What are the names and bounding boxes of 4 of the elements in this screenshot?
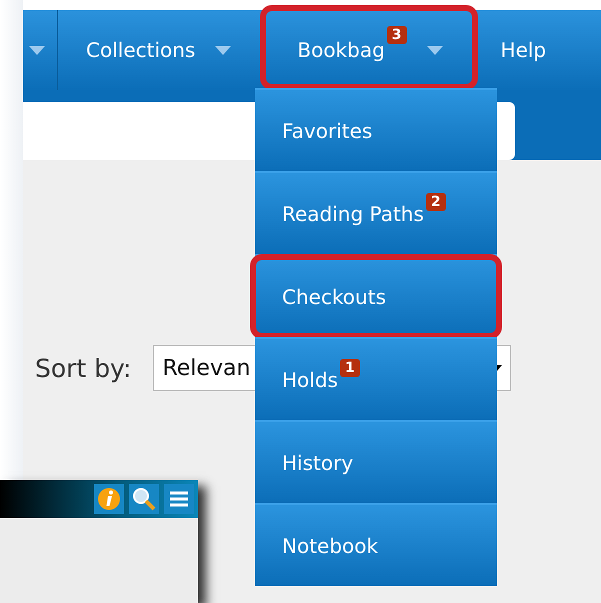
count-badge: 1 <box>340 359 360 377</box>
sort-label: Sort by: <box>35 354 132 382</box>
count-badge: 2 <box>426 193 446 211</box>
count-badge: 3 <box>386 26 407 44</box>
